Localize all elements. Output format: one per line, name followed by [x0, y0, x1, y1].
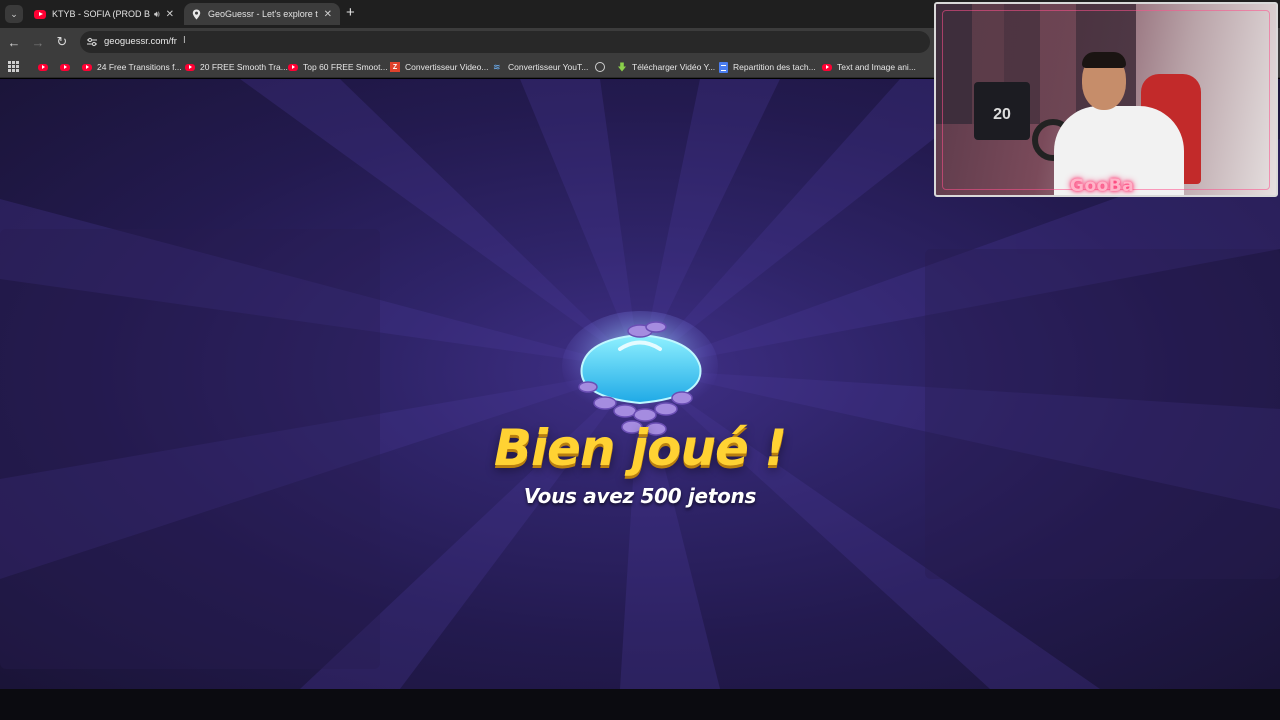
youtube-icon: [82, 63, 92, 71]
reward-title: Bien joué !: [493, 419, 787, 477]
tab-title: GeoGuessr - Let's explore the w: [208, 9, 318, 19]
bookmark-label: Convertisseur Video...: [405, 62, 489, 72]
youtube-icon: [822, 63, 832, 71]
bookmark-label: Text and Image ani...: [837, 62, 916, 72]
bookmark-youtube-1[interactable]: [38, 60, 53, 74]
bookmark-label: Télécharger Vidéo Y...: [632, 62, 716, 72]
tab-ktyb[interactable]: KTYB - SOFIA (PROD BY GA 🔊︎ ✕: [26, 3, 182, 25]
webcam-neon-frame: [942, 10, 1270, 190]
tab-geoguessr[interactable]: GeoGuessr - Let's explore the w ✕: [184, 3, 340, 25]
youtube-icon: [34, 9, 46, 19]
bookmark-label: 20 FREE Smooth Tra...: [200, 62, 288, 72]
bookmark-globe[interactable]: [595, 60, 610, 74]
streamer-logo: GooBa: [1070, 176, 1135, 196]
faded-right-panel: [925, 249, 1280, 579]
webcam-overlay: 20 GooBa: [934, 2, 1278, 197]
bookmark-24-free-transitions[interactable]: 24 Free Transitions f...: [82, 60, 182, 74]
s-icon: ≋: [493, 62, 501, 72]
url-text[interactable]: geoguessr.com/fr: [104, 36, 177, 47]
text-cursor-icon: I: [183, 35, 186, 46]
youtube-icon: [60, 63, 70, 71]
bookmark-20-free-smooth[interactable]: 20 FREE Smooth Tra...: [185, 60, 288, 74]
bottom-black-bar: [0, 689, 1280, 720]
bookmark-label: 24 Free Transitions f...: [97, 62, 182, 72]
bookmark-convertisseur-video[interactable]: Z Convertisseur Video...: [390, 60, 488, 74]
tab-search-chevron-icon[interactable]: ⌄: [5, 5, 23, 23]
site-settings-icon[interactable]: [87, 37, 97, 47]
close-tab-icon[interactable]: ✕: [324, 9, 332, 20]
geoguessr-pin-icon: [192, 9, 201, 19]
z-icon: Z: [390, 62, 400, 72]
address-bar[interactable]: geoguessr.com/fr I: [80, 31, 930, 53]
bookmark-telecharger-video[interactable]: Télécharger Vidéo Y...: [617, 60, 715, 74]
close-tab-icon[interactable]: ✕: [166, 9, 174, 20]
apps-grid-icon[interactable]: [8, 61, 19, 72]
bookmark-label: Convertisseur YouT...: [508, 62, 589, 72]
forward-arrow-icon[interactable]: →: [29, 33, 47, 51]
bookmark-youtube-2[interactable]: [60, 60, 75, 74]
new-tab-plus-icon[interactable]: +: [346, 5, 355, 21]
bookmark-text-and-image[interactable]: Text and Image ani...: [822, 60, 916, 74]
speaker-icon[interactable]: 🔊︎: [154, 9, 160, 20]
back-arrow-icon[interactable]: ←: [5, 33, 23, 51]
youtube-icon: [38, 63, 48, 71]
bookmark-convertisseur-youtube[interactable]: ≋ Convertisseur YouT...: [493, 60, 588, 74]
reward-subtitle: Vous avez 500 jetons: [523, 484, 757, 508]
youtube-icon: [185, 63, 195, 71]
bookmark-repartition-des-taches[interactable]: Repartition des tach...: [719, 60, 816, 74]
tab-title: KTYB - SOFIA (PROD BY GA: [52, 9, 150, 19]
youtube-icon: [288, 63, 298, 71]
download-arrow-icon: [618, 62, 626, 72]
docs-icon: [719, 61, 728, 73]
reload-icon[interactable]: ↻: [53, 33, 71, 51]
bookmark-top-60-free[interactable]: Top 60 FREE Smoot...: [288, 60, 388, 74]
globe-icon: [595, 62, 605, 72]
bookmark-label: Repartition des tach...: [733, 62, 816, 72]
bookmark-label: Top 60 FREE Smoot...: [303, 62, 388, 72]
